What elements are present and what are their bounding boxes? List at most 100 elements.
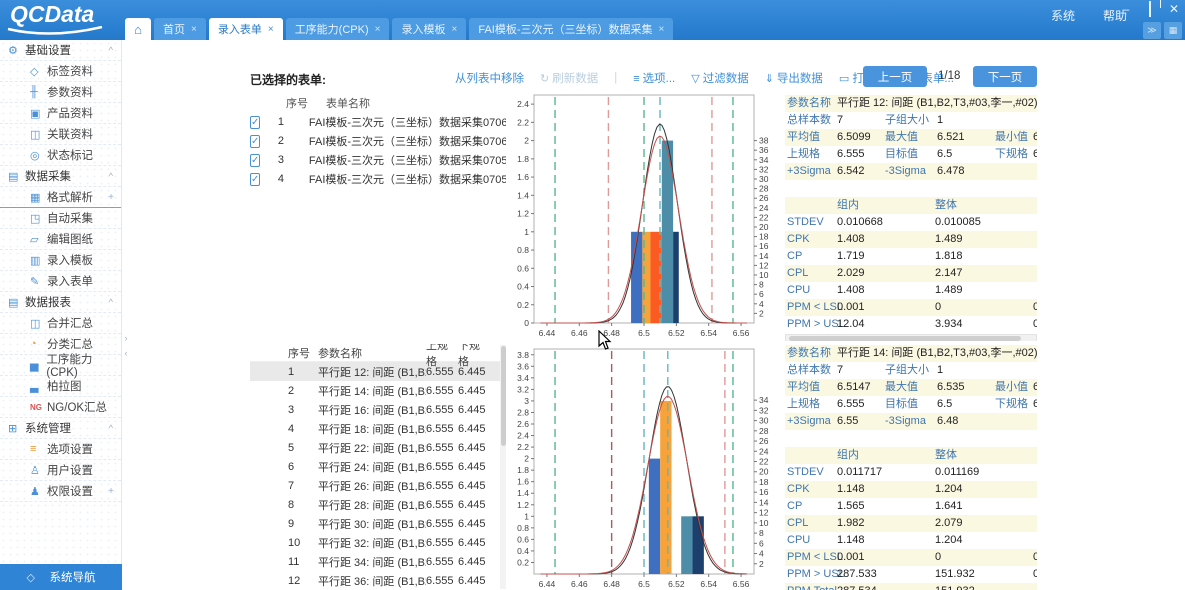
prev-page-button[interactable]: 上一页 [863,66,927,87]
expand-plus-icon[interactable]: + [108,486,114,497]
checkbox-checked[interactable]: ✓ [250,135,260,148]
stat-value: 6.55 [837,413,858,430]
sidebar-item-0-4[interactable]: ◎状态标记 [0,145,121,166]
histogram-chart-param14: 0.20.40.60.811.21.41.61.822.22.42.62.833… [506,341,780,590]
refresh-data-button[interactable]: ↻刷新数据 [540,70,598,86]
sidebar-item-label: NG/OK汇总 [47,399,107,415]
tab-close-icon[interactable]: × [191,24,197,35]
sidebar-item-2-3[interactable]: ▃柏拉图 [0,376,121,397]
tab-close-icon[interactable]: × [268,24,274,35]
tab-3[interactable]: 录入模板× [392,18,466,40]
sidebar-group-0[interactable]: ⚙基础设置^ [0,40,121,61]
svg-text:3.6: 3.6 [517,361,529,371]
param-row-6[interactable]: 7平行距 26: 间距 (B1,B2,T3...6.5556.445 [250,476,502,495]
form-row-name: FAI模板-三次元（三坐标）数据采集07061500 [309,114,532,130]
sidebar-group-3[interactable]: ⊞系统管理^ [0,418,121,439]
sidebar-item-2-2[interactable]: ▅工序能力(CPK) [0,355,121,376]
stats-row: CP1.5651.641 [785,498,1037,515]
sidebar-item-0-3[interactable]: ◫关联资料 [0,124,121,145]
svg-text:0.6: 0.6 [517,534,529,544]
svg-text:3: 3 [524,396,529,406]
form-row-0[interactable]: ✓1FAI模板-三次元（三坐标）数据采集07061500 [250,112,532,131]
sidebar-item-2-4[interactable]: NGNG/OK汇总 [0,397,121,418]
sidebar-item-3-1[interactable]: ♙用户设置 [0,460,121,481]
form-row-3[interactable]: ✓4FAI模板-三次元（三坐标）数据采集07051705 [250,169,532,188]
stat-label: 子组大小 [885,112,929,129]
sidebar-item-1-2[interactable]: ▱编辑图纸 [0,229,121,250]
tab-0[interactable]: 首页× [154,18,206,40]
param-row-5[interactable]: 6平行距 24: 间距 (B1,B2,T3...6.5556.445 [250,457,502,476]
tab-close-icon[interactable]: × [375,24,381,35]
param-name-value: 平行距 14: 间距 (B1,B2,T3,#03,李一,#02) [837,345,1037,362]
sidebar-item-1-3[interactable]: ▥录入模板 [0,250,121,271]
sidebar-group-1[interactable]: ▤数据采集^ [0,166,121,187]
param-row-10[interactable]: 11平行距 34: 间距 (B1,B2,T3...6.5556.445 [250,552,502,571]
sidebar-item-1-4[interactable]: ✎录入表单 [0,271,121,292]
chevron-down-icon[interactable]: ≫ [1143,22,1161,39]
param-row-8[interactable]: 9平行距 30: 间距 (B1,B2,T3...6.5556.445 [250,514,502,533]
options-icon: ≡ [30,443,47,455]
svg-text:1: 1 [524,227,529,237]
within-header: 组内 [837,197,859,214]
stat-label: 最大值 [885,129,918,146]
export-icon: ⇓ [765,73,774,85]
tab-close-icon[interactable]: × [659,24,665,35]
svg-text:34: 34 [759,155,769,165]
sidebar-item-0-0[interactable]: ◇标签资料 [0,61,121,82]
checkbox-checked[interactable]: ✓ [250,116,260,129]
param-row-3[interactable]: 4平行距 18: 间距 (B1,B2,T3...6.5556.445 [250,419,502,438]
sidebar-item-1-0[interactable]: ▦格式解析+ [0,187,121,208]
checkbox-checked[interactable]: ✓ [250,173,260,186]
sidebar-item-1-1[interactable]: ◳自动采集 [0,208,121,229]
param-row-1[interactable]: 2平行距 14: 间距 (B1,B2,T3...6.5556.445 [250,381,502,400]
tab-4[interactable]: FAI模板-三次元（三坐标）数据采集× [469,18,673,40]
stat-value: 6.48 [937,413,958,430]
stats-row: 参数名称平行距 14: 间距 (B1,B2,T3,#03,李一,#02) [785,345,1037,362]
system-menu[interactable]: 系统 [1051,7,1075,24]
panel-collapse-handles[interactable]: ›‹ [122,331,130,361]
svg-text:8: 8 [759,528,764,538]
export-data-button[interactable]: ⇓导出数据 [765,70,823,86]
next-page-button[interactable]: 下一页 [973,66,1037,87]
chevron-up-icon: ^ [109,45,113,55]
form-row-2[interactable]: ✓3FAI模板-三次元（三坐标）数据采集07051800 [250,150,532,169]
stat-value: 7 [837,362,843,379]
param-row-11[interactable]: 12平行距 36: 间距 (B1,B2,T3...6.5556.445 [250,571,502,590]
sidebar-group-2[interactable]: ▤数据报表^ [0,292,121,313]
tab-2[interactable]: 工序能力(CPK)× [286,18,390,40]
svg-text:26: 26 [759,436,769,446]
svg-text:1.6: 1.6 [517,477,529,487]
param-row-2[interactable]: 3平行距 16: 间距 (B1,B2,T3...6.5556.445 [250,400,502,419]
form-row-1[interactable]: ✓2FAI模板-三次元（三坐标）数据采集07061440 [250,131,532,150]
param-row-4[interactable]: 5平行距 22: 间距 (B1,B2,T3...6.5556.445 [250,438,502,457]
restore-icon[interactable] [1143,2,1157,16]
param-row-0[interactable]: 1平行距 12: 间距 (B1,B2,T3...6.5556.445 [250,362,502,381]
sidebar-item-0-2[interactable]: ▣产品资料 [0,103,121,124]
checkbox-checked[interactable]: ✓ [250,154,260,167]
stats-hscrollbar[interactable] [785,334,1037,341]
system-navigation-button[interactable]: ◇ 系统导航 [0,564,122,590]
filter-data-button[interactable]: ▽过滤数据 [691,70,748,86]
param-row-9[interactable]: 10平行距 32: 间距 (B1,B2,T3...6.5556.445 [250,533,502,552]
svg-text:6.54: 6.54 [700,579,717,589]
sidebar-item-3-0[interactable]: ≡选项设置 [0,439,121,460]
tab-close-icon[interactable]: × [451,24,457,35]
options-button[interactable]: ≡选项... [633,70,675,86]
sidebar-item-2-0[interactable]: ◫合并汇总 [0,313,121,334]
svg-text:6.46: 6.46 [571,579,588,589]
sidebar-item-3-2[interactable]: ♟权限设置+ [0,481,121,502]
param-row-7[interactable]: 8平行距 28: 间距 (B1,B2,T3...6.5556.445 [250,495,502,514]
sidebar-item-0-1[interactable]: ╫参数资料 [0,82,121,103]
expand-plus-icon[interactable]: + [108,192,114,203]
scrollbar-thumb[interactable] [789,336,1021,341]
sidebar-groups: ⚙基础设置^◇标签资料╫参数资料▣产品资料◫关联资料◎状态标记▤数据采集^▦格式… [0,40,121,502]
metric-label: STDEV [787,214,824,231]
tab-home[interactable]: ⌂ [125,18,151,40]
close-icon[interactable]: ✕ [1167,2,1181,16]
remove-from-list-button[interactable]: 从列表中移除 [455,70,524,86]
tab-1[interactable]: 录入表单× [209,18,283,40]
svg-text:3.2: 3.2 [517,384,529,394]
svg-text:36: 36 [759,145,769,155]
tab-list-icon[interactable]: ▦ [1164,22,1182,39]
minimize-icon[interactable]: – [1119,2,1133,16]
